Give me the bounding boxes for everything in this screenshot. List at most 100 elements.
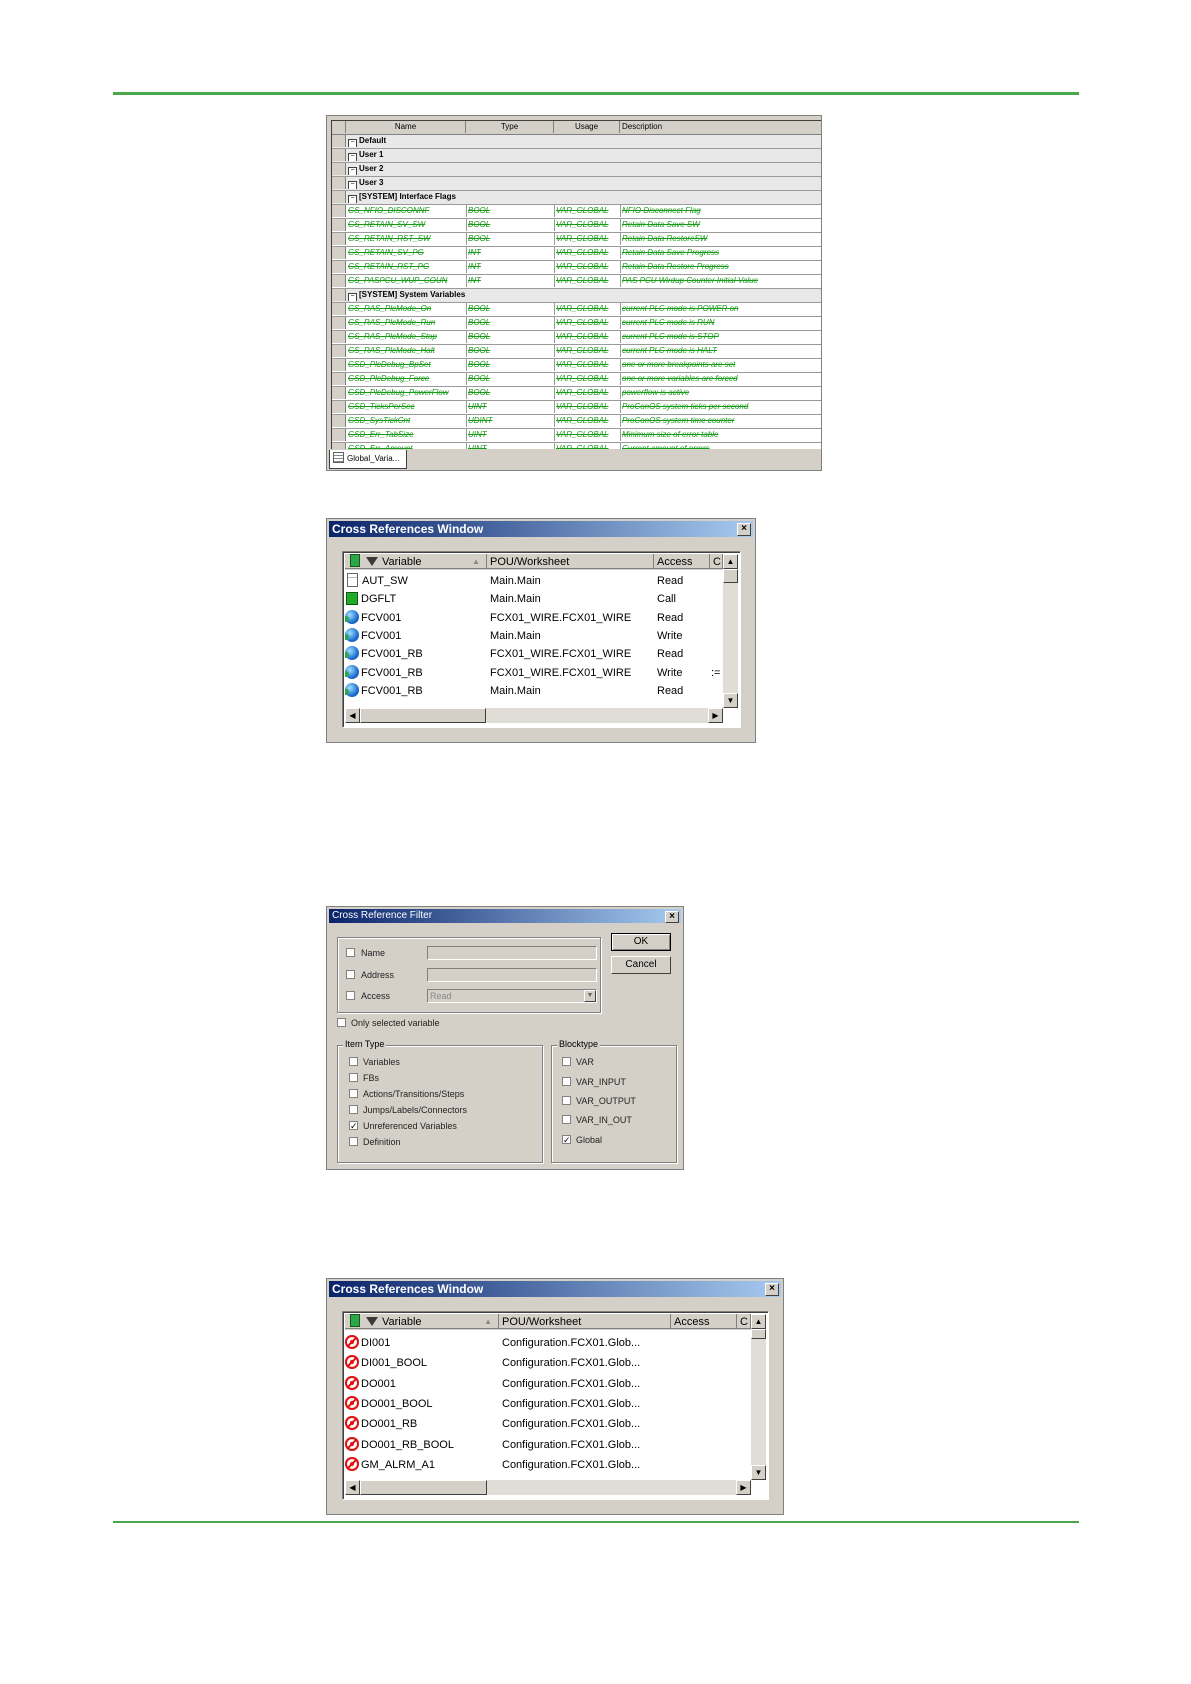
variable-group-row[interactable]: − [SYSTEM] Interface Flags [332, 191, 821, 205]
item-type-fbs-checkbox[interactable] [349, 1073, 358, 1082]
scroll-right-icon[interactable]: ▶ [708, 708, 723, 723]
row-header[interactable] [332, 149, 346, 161]
row-header[interactable] [332, 373, 346, 385]
cross-reference-row[interactable]: DI001_BOOL Configuration.FCX01.Glob... [345, 1354, 751, 1372]
variable-row[interactable]: GS_RETAIN_RST_SW BOOL VAR_GLOBAL Retain Dat… [332, 233, 821, 247]
cross-reference-row[interactable]: FCV001_RB Main.Main Read [345, 682, 723, 700]
horizontal-scrollbar[interactable]: ◀ ▶ [345, 1480, 751, 1495]
blocktype-var-output-checkbox[interactable] [562, 1096, 571, 1105]
vertical-scrollbar[interactable]: ▲ ▼ [751, 1314, 766, 1480]
row-header[interactable] [332, 247, 346, 259]
column-header-type[interactable]: Type [466, 121, 554, 133]
column-header-description[interactable]: Description [620, 121, 821, 133]
collapse-icon[interactable]: − [348, 293, 357, 301]
row-header[interactable] [332, 261, 346, 273]
cancel-button[interactable]: Cancel [611, 956, 671, 974]
scroll-left-icon[interactable]: ◀ [345, 1480, 360, 1495]
cross-reference-row[interactable]: FCV001 Main.Main Write [345, 627, 723, 645]
row-header[interactable] [332, 317, 346, 329]
filter-icon[interactable] [366, 557, 378, 566]
variable-group-row[interactable]: − Default [332, 135, 821, 149]
variable-group-row[interactable]: − [SYSTEM] System Variables [332, 289, 821, 303]
cross-reference-row[interactable]: DO001 Configuration.FCX01.Glob... [345, 1375, 751, 1393]
cross-reference-row[interactable]: GM_ALRM_A1 Configuration.FCX01.Glob... [345, 1456, 751, 1474]
row-header[interactable] [332, 233, 346, 245]
cross-reference-row[interactable]: DO001_BOOL Configuration.FCX01.Glob... [345, 1395, 751, 1413]
item-type-actions-transitions-steps-checkbox[interactable] [349, 1089, 358, 1098]
horizontal-scroll-thumb[interactable] [360, 1480, 487, 1495]
variable-group-row[interactable]: − User 1 [332, 149, 821, 163]
window-title-bar[interactable]: Cross References Window × [329, 1281, 781, 1297]
cross-reference-row[interactable]: DI001 Configuration.FCX01.Glob... [345, 1334, 751, 1352]
variable-row[interactable]: GSD_PlcDebug_BpSet BOOL VAR_GLOBAL one or m… [332, 359, 821, 373]
variable-row[interactable]: GS_RAS_PlcMode_On BOOL VAR_GLOBAL current P… [332, 303, 821, 317]
address-checkbox[interactable] [346, 970, 355, 979]
variable-row[interactable]: GSD_Err_TabSize UINT VAR_GLOBAL Minimum siz… [332, 429, 821, 443]
variable-row[interactable]: GS_NFIO_DISCONNF BOOL VAR_GLOBAL NFIO Disco… [332, 205, 821, 219]
scroll-thumb[interactable] [751, 1329, 766, 1339]
scroll-up-icon[interactable]: ▲ [751, 1314, 766, 1329]
scroll-down-icon[interactable]: ▼ [751, 1465, 766, 1480]
blocktype-global-checkbox[interactable]: ✓ [562, 1135, 571, 1145]
cross-reference-row[interactable]: FCV001 FCX01_WIRE.FCX01_WIRE Read [345, 609, 723, 627]
row-header[interactable] [332, 387, 346, 399]
close-icon[interactable]: × [737, 523, 751, 536]
cross-reference-row[interactable]: FCV001_RB FCX01_WIRE.FCX01_WIRE Write:= [345, 664, 723, 682]
vertical-scrollbar[interactable]: ▲ ▼ [723, 554, 738, 708]
dialog-title-bar[interactable]: Cross Reference Filter × [329, 909, 681, 923]
row-header[interactable] [332, 345, 346, 357]
horizontal-scroll-thumb[interactable] [360, 708, 486, 723]
column-header-variable[interactable]: Variable ▲ [345, 554, 487, 569]
scroll-down-icon[interactable]: ▼ [723, 693, 738, 708]
row-header[interactable] [332, 359, 346, 371]
row-header[interactable] [332, 205, 346, 217]
column-header-pou-worksheet[interactable]: POU/Worksheet [487, 554, 654, 569]
column-header-usage[interactable]: Usage [554, 121, 620, 133]
row-header[interactable] [332, 443, 346, 449]
row-header[interactable] [332, 163, 346, 175]
close-icon[interactable]: × [765, 1283, 779, 1296]
column-header-variable[interactable]: Variable ▲ [345, 1314, 499, 1329]
worksheet-tab-global-variables[interactable]: Global_Varia... [329, 450, 407, 469]
access-checkbox[interactable] [346, 991, 355, 1000]
variable-row[interactable]: GS_RAS_PlcMode_Stop BOOL VAR_GLOBAL current… [332, 331, 821, 345]
column-header-access[interactable]: Access [654, 554, 710, 569]
row-header[interactable] [332, 429, 346, 441]
scroll-up-icon[interactable]: ▲ [723, 554, 738, 569]
cross-reference-row[interactable]: FCV001_RB FCX01_WIRE.FCX01_WIRE Read [345, 645, 723, 663]
variable-row[interactable]: GSD_Err_Amount UINT VAR_GLOBAL Current amou… [332, 443, 821, 449]
row-header[interactable] [332, 275, 346, 287]
variable-row[interactable]: GSD_TicksPerSec UINT VAR_GLOBAL ProConOS sy… [332, 401, 821, 415]
collapse-icon[interactable]: − [348, 181, 357, 189]
column-header-pou-worksheet[interactable]: POU/Worksheet [499, 1314, 671, 1329]
variable-group-row[interactable]: − User 3 [332, 177, 821, 191]
access-select[interactable]: Read ▼ [427, 989, 597, 1003]
variable-row[interactable]: GS_PASPCU_WUP_COUN INT VAR_GLOBAL PAS PCU W… [332, 275, 821, 289]
variable-row[interactable]: GSD_PlcDebug_Force BOOL VAR_GLOBAL one or m… [332, 373, 821, 387]
blocktype-var-in-out-checkbox[interactable] [562, 1115, 571, 1124]
collapse-icon[interactable]: − [348, 153, 357, 161]
horizontal-scrollbar[interactable]: ◀ ▶ [345, 708, 723, 723]
row-header[interactable] [332, 177, 346, 189]
row-header[interactable] [332, 401, 346, 413]
collapse-icon[interactable]: − [348, 167, 357, 175]
only-selected-variable-checkbox[interactable] [337, 1018, 346, 1027]
column-header-c[interactable]: C [710, 554, 723, 569]
row-header[interactable] [332, 415, 346, 427]
scroll-left-icon[interactable]: ◀ [345, 708, 360, 723]
column-header-c[interactable]: C [737, 1314, 751, 1329]
blocktype-var-input-checkbox[interactable] [562, 1077, 571, 1086]
column-header-access[interactable]: Access [671, 1314, 737, 1329]
name-checkbox[interactable] [346, 948, 355, 957]
row-header[interactable] [332, 331, 346, 343]
scroll-thumb[interactable] [723, 569, 738, 583]
name-field[interactable] [427, 946, 597, 960]
variable-row[interactable]: GS_RETAIN_RST_PG INT VAR_GLOBAL Retain Data… [332, 261, 821, 275]
cross-reference-row[interactable]: DO001_RB_BOOL Configuration.FCX01.Glob... [345, 1436, 751, 1454]
row-header[interactable] [332, 135, 346, 147]
variable-row[interactable]: GS_RAS_PlcMode_Run BOOL VAR_GLOBAL current … [332, 317, 821, 331]
column-header-name[interactable]: Name [346, 121, 466, 133]
filter-icon[interactable] [366, 1317, 378, 1326]
variable-group-row[interactable]: − User 2 [332, 163, 821, 177]
variable-row[interactable]: GSD_PlcDebug_PowerFlow BOOL VAR_GLOBAL powe… [332, 387, 821, 401]
